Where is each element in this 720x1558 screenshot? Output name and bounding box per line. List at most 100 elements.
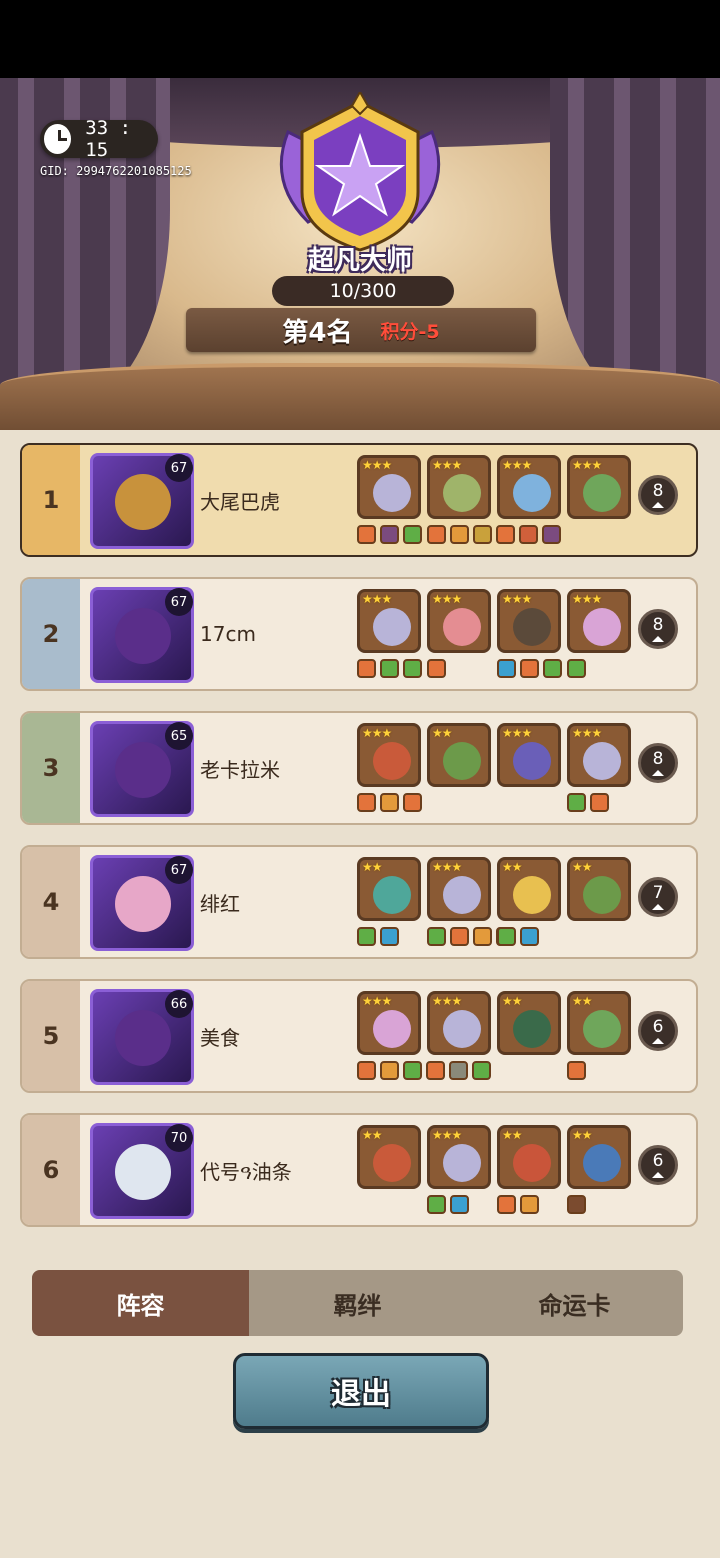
hero-card[interactable]: ★★★ [357, 723, 421, 787]
hero-stars: ★★★ [432, 994, 462, 1008]
hero-card[interactable]: ★★ [497, 1125, 561, 1189]
equipment-icon[interactable] [496, 525, 515, 544]
equipment-icon[interactable] [567, 659, 586, 678]
hero-stars: ★★ [502, 994, 522, 1008]
equipment-icon[interactable] [542, 525, 561, 544]
hero-card[interactable]: ★★ [497, 991, 561, 1055]
equipment-icon[interactable] [380, 659, 399, 678]
equipment-icon[interactable] [450, 1195, 469, 1214]
hero-card[interactable]: ★★★ [567, 723, 631, 787]
equipment-icon[interactable] [427, 927, 446, 946]
hero-stars: ★★★ [572, 592, 602, 606]
hero-portrait [583, 474, 621, 512]
player-row[interactable]: 6 70 代号ዓ油条 ★★ ★★★ ★★ ★★ 6 [20, 1113, 698, 1227]
equipment-icon[interactable] [357, 525, 376, 544]
equipment-icon[interactable] [427, 525, 446, 544]
equipment-icon[interactable] [380, 525, 399, 544]
hero-card[interactable]: ★★★ [357, 991, 421, 1055]
equipment-icon[interactable] [567, 1195, 586, 1214]
player-level: 67 [165, 454, 193, 482]
level-up-icon [652, 1171, 664, 1178]
equipment-icon[interactable] [357, 793, 376, 812]
equipment-icon[interactable] [403, 793, 422, 812]
player-row[interactable]: 3 65 老卡拉米 ★★★ ★★ ★★★ ★★★ 8 [20, 711, 698, 825]
equipment-icon[interactable] [427, 1195, 446, 1214]
population-count: 8 [652, 614, 664, 635]
equipment-icon[interactable] [450, 927, 469, 946]
equipment-icon[interactable] [357, 1061, 376, 1080]
population-badge: 7 [638, 877, 678, 917]
timer-text: 33 : 15 [85, 117, 132, 161]
equipment-icon[interactable] [403, 525, 422, 544]
equipment-icon[interactable] [520, 659, 539, 678]
equipment-icon[interactable] [543, 659, 562, 678]
equipment-icon[interactable] [357, 927, 376, 946]
equipment-icon[interactable] [450, 525, 469, 544]
equipment-icon[interactable] [427, 659, 446, 678]
game-timer: 33 : 15 [40, 117, 158, 161]
equipment-icon[interactable] [449, 1061, 468, 1080]
hero-card[interactable]: ★★★ [427, 1125, 491, 1189]
population-badge: 8 [638, 743, 678, 783]
equipment-icon[interactable] [567, 793, 586, 812]
player-avatar[interactable]: 65 [90, 721, 194, 817]
hero-card[interactable]: ★★★ [567, 455, 631, 519]
equipment-icon[interactable] [403, 659, 422, 678]
equipment-icon[interactable] [497, 1195, 516, 1214]
player-row[interactable]: 5 66 美食 ★★★ ★★★ ★★ ★★ 6 [20, 979, 698, 1093]
hero-card[interactable]: ★★ [357, 1125, 421, 1189]
hero-stars: ★★★ [502, 458, 532, 472]
player-avatar[interactable]: 67 [90, 453, 194, 549]
equipment-icon[interactable] [472, 1061, 491, 1080]
equipment-icon[interactable] [403, 1061, 422, 1080]
equipment-icon[interactable] [380, 927, 399, 946]
equipment-icon[interactable] [520, 927, 539, 946]
hero-card[interactable]: ★★★ [497, 723, 561, 787]
hero-lineup: ★★★ ★★ ★★★ ★★★ [357, 723, 631, 787]
equipment-icon[interactable] [590, 793, 609, 812]
player-avatar[interactable]: 66 [90, 989, 194, 1085]
equipment-icon[interactable] [519, 525, 538, 544]
hero-card[interactable]: ★★ [427, 723, 491, 787]
hero-card[interactable]: ★★★ [497, 589, 561, 653]
hero-card[interactable]: ★★★ [427, 455, 491, 519]
tab-0[interactable]: 阵容 [32, 1270, 249, 1336]
hero-card[interactable]: ★★★ [567, 589, 631, 653]
tab-1[interactable]: 羁绊 [249, 1270, 466, 1336]
player-avatar[interactable]: 67 [90, 855, 194, 951]
exit-button[interactable]: 退出 [233, 1353, 489, 1429]
equipment-icon[interactable] [497, 927, 516, 946]
equipment-icon[interactable] [497, 659, 516, 678]
equipment-icon[interactable] [473, 525, 492, 544]
hero-card[interactable]: ★★★ [427, 991, 491, 1055]
hero-card[interactable]: ★★ [567, 857, 631, 921]
equipment-icon[interactable] [380, 1061, 399, 1080]
hero-card[interactable]: ★★ [357, 857, 421, 921]
player-avatar[interactable]: 67 [90, 587, 194, 683]
equipment-icon[interactable] [380, 793, 399, 812]
hero-stars: ★★★ [502, 592, 532, 606]
hero-card[interactable]: ★★★ [427, 857, 491, 921]
tab-2[interactable]: 命运卡 [466, 1270, 683, 1336]
population-count: 8 [652, 480, 664, 501]
equipment-icon[interactable] [357, 659, 376, 678]
equipment-icon[interactable] [567, 1061, 586, 1080]
player-row[interactable]: 4 67 绯红 ★★ ★★★ ★★ ★★ 7 [20, 845, 698, 959]
hero-portrait [513, 608, 551, 646]
hero-card[interactable]: ★★ [567, 991, 631, 1055]
hero-card[interactable]: ★★ [497, 857, 561, 921]
equipment-row [357, 793, 637, 815]
hero-card[interactable]: ★★★ [497, 455, 561, 519]
player-row[interactable]: 2 67 17cm ★★★ ★★★ ★★★ ★★★ 8 [20, 577, 698, 691]
hero-card[interactable]: ★★★ [357, 589, 421, 653]
equipment-icon[interactable] [473, 927, 492, 946]
equipment-icon[interactable] [520, 1195, 539, 1214]
hero-card[interactable]: ★★★ [427, 589, 491, 653]
hero-card[interactable]: ★★ [567, 1125, 631, 1189]
rank-number: 2 [22, 579, 80, 689]
player-avatar[interactable]: 70 [90, 1123, 194, 1219]
hero-card[interactable]: ★★★ [357, 455, 421, 519]
hero-portrait [513, 1144, 551, 1182]
equipment-icon[interactable] [426, 1061, 445, 1080]
player-row[interactable]: 1 67 大尾巴虎 ★★★ ★★★ ★★★ ★★★ 8 [20, 443, 698, 557]
